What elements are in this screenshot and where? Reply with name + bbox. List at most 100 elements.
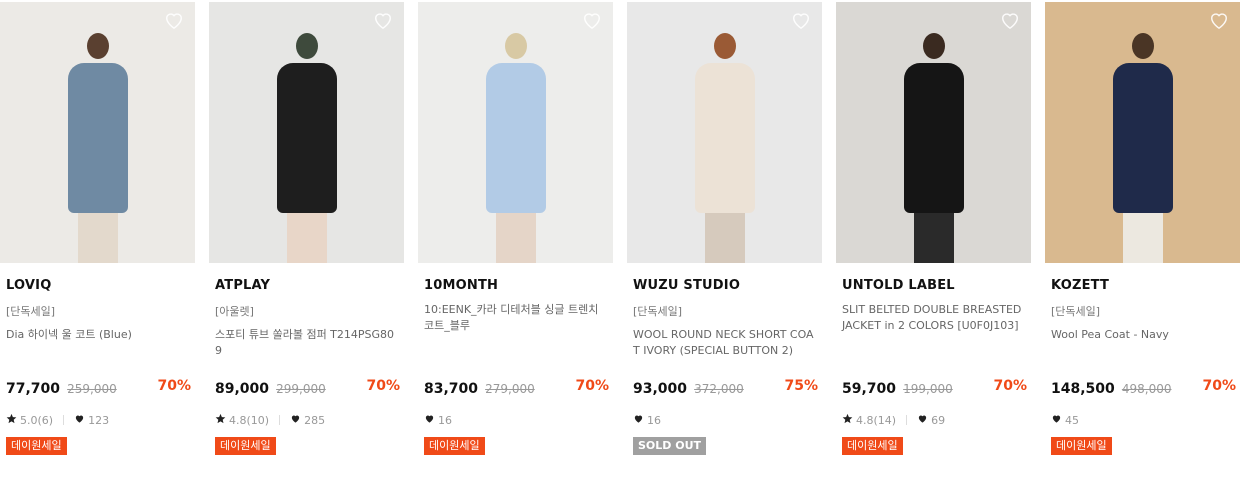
discount-rate: 70% (575, 378, 609, 394)
original-price: 299,000 (276, 382, 326, 396)
model-figure (690, 33, 760, 263)
product-card[interactable]: UNTOLD LABEL SLIT BELTED DOUBLE BREASTED… (836, 0, 1032, 483)
price-row: 83,700 279,000 70% (424, 378, 609, 398)
model-legs (495, 213, 536, 263)
heart-icon (917, 413, 931, 427)
original-price: 259,000 (67, 382, 117, 396)
model-coat (903, 63, 964, 213)
heart-icon (633, 413, 647, 427)
sale-badge: 데이원세일 (842, 437, 903, 455)
likes-count: 69 (931, 413, 946, 427)
wishlist-heart-icon[interactable] (372, 10, 394, 30)
wishlist-heart-icon[interactable] (163, 10, 185, 30)
product-image[interactable] (627, 2, 822, 263)
likes-count: 45 (1065, 413, 1079, 427)
heart-icon (74, 413, 88, 427)
likes-count: 16 (438, 413, 452, 427)
discount-rate: 70% (157, 378, 191, 394)
sale-badge: 데이원세일 (215, 437, 276, 455)
likes-count: 123 (88, 413, 110, 427)
product-tag: [아울렛] (215, 305, 254, 318)
product-image[interactable] (1045, 2, 1240, 263)
model-figure (481, 33, 551, 263)
brand-name[interactable]: ATPLAY (215, 278, 270, 293)
likes-count: 16 (647, 413, 661, 427)
discount-rate: 70% (1202, 378, 1236, 394)
sold-out-badge: SOLD OUT (633, 437, 707, 455)
price-row: 148,500 498,000 70% (1051, 378, 1236, 398)
original-price: 498,000 (1121, 382, 1172, 396)
product-tag: [단독세일] (6, 305, 56, 318)
original-price: 199,000 (903, 382, 953, 396)
model-head (713, 33, 736, 59)
product-meta: 16 (424, 413, 452, 427)
product-image[interactable] (209, 2, 404, 263)
discount-rate: 70% (993, 378, 1027, 394)
wishlist-heart-icon[interactable] (1208, 10, 1230, 30)
product-card[interactable]: WUZU STUDIO [단독세일] WOOL ROUND NECK SHORT… (627, 0, 823, 483)
meta-divider (279, 415, 281, 425)
model-head (86, 33, 109, 59)
model-figure (1108, 33, 1178, 263)
product-grid: LOVIQ [단독세일] Dia 하이넥 울 코트 (Blue) 77,700 … (0, 0, 1245, 483)
model-figure (63, 33, 133, 263)
discount-rate: 75% (784, 378, 818, 394)
product-card[interactable]: LOVIQ [단독세일] Dia 하이넥 울 코트 (Blue) 77,700 … (0, 0, 196, 483)
discount-rate: 70% (366, 378, 400, 394)
product-name[interactable]: Dia 하이넥 울 코트 (Blue) (6, 327, 191, 343)
sale-badge: 데이원세일 (6, 437, 67, 455)
price-row: 77,700 259,000 70% (6, 378, 191, 398)
product-image[interactable] (0, 2, 195, 263)
wishlist-heart-icon[interactable] (999, 10, 1021, 30)
brand-name[interactable]: 10MONTH (424, 278, 498, 293)
model-legs (286, 213, 327, 263)
model-coat (1112, 63, 1173, 213)
rating-text: 4.8(10) (229, 413, 270, 427)
product-meta: 4.8(10) 285 (215, 413, 325, 427)
meta-divider (906, 415, 908, 425)
product-meta: 5.0(6) 123 (6, 413, 109, 427)
product-name[interactable]: Wool Pea Coat - Navy (1051, 327, 1236, 343)
star-icon (6, 413, 20, 427)
product-card[interactable]: ATPLAY [아울렛] 스포티 튜브 쏠라볼 점퍼 T214PSG809 89… (209, 0, 405, 483)
product-card[interactable]: KOZETT [단독세일] Wool Pea Coat - Navy 148,5… (1045, 0, 1241, 483)
model-head (1131, 33, 1154, 59)
product-name[interactable]: 10:EENK_카라 디테처블 싱글 트렌치 코트_블루 (424, 302, 609, 334)
model-legs (913, 213, 954, 263)
wishlist-heart-icon[interactable] (790, 10, 812, 30)
heart-icon (290, 413, 304, 427)
sale-badge: 데이원세일 (424, 437, 485, 455)
price-row: 93,000 372,000 75% (633, 378, 818, 398)
brand-name[interactable]: KOZETT (1051, 278, 1109, 293)
product-image[interactable] (418, 2, 613, 263)
product-tag: [단독세일] (1051, 305, 1101, 318)
wishlist-heart-icon[interactable] (581, 10, 603, 30)
brand-name[interactable]: UNTOLD LABEL (842, 278, 955, 293)
product-card[interactable]: 10MONTH 10:EENK_카라 디테처블 싱글 트렌치 코트_블루 83,… (418, 0, 614, 483)
sale-price: 83,700 (424, 381, 479, 397)
sale-price: 93,000 (633, 381, 688, 397)
model-head (295, 33, 318, 59)
rating-text: 5.0(6) (20, 413, 54, 427)
heart-icon (1051, 413, 1065, 427)
model-legs (1122, 213, 1163, 263)
brand-name[interactable]: LOVIQ (6, 278, 51, 293)
product-tag: [단독세일] (633, 305, 683, 318)
brand-name[interactable]: WUZU STUDIO (633, 278, 740, 293)
star-icon (215, 413, 229, 427)
meta-divider (63, 415, 65, 425)
original-price: 372,000 (694, 382, 744, 396)
product-name[interactable]: WOOL ROUND NECK SHORT COAT IVORY (SPECIA… (633, 327, 818, 359)
model-figure (272, 33, 342, 263)
original-price: 279,000 (485, 382, 535, 396)
product-name[interactable]: 스포티 튜브 쏠라볼 점퍼 T214PSG809 (215, 327, 400, 359)
likes-count: 285 (304, 413, 326, 427)
product-image[interactable] (836, 2, 1031, 263)
product-name[interactable]: SLIT BELTED DOUBLE BREASTED JACKET in 2 … (842, 302, 1027, 334)
model-coat (694, 63, 755, 213)
product-meta: 16 (633, 413, 661, 427)
sale-price: 59,700 (842, 381, 897, 397)
model-figure (899, 33, 969, 263)
sale-badge: 데이원세일 (1051, 437, 1112, 455)
model-coat (485, 63, 546, 213)
